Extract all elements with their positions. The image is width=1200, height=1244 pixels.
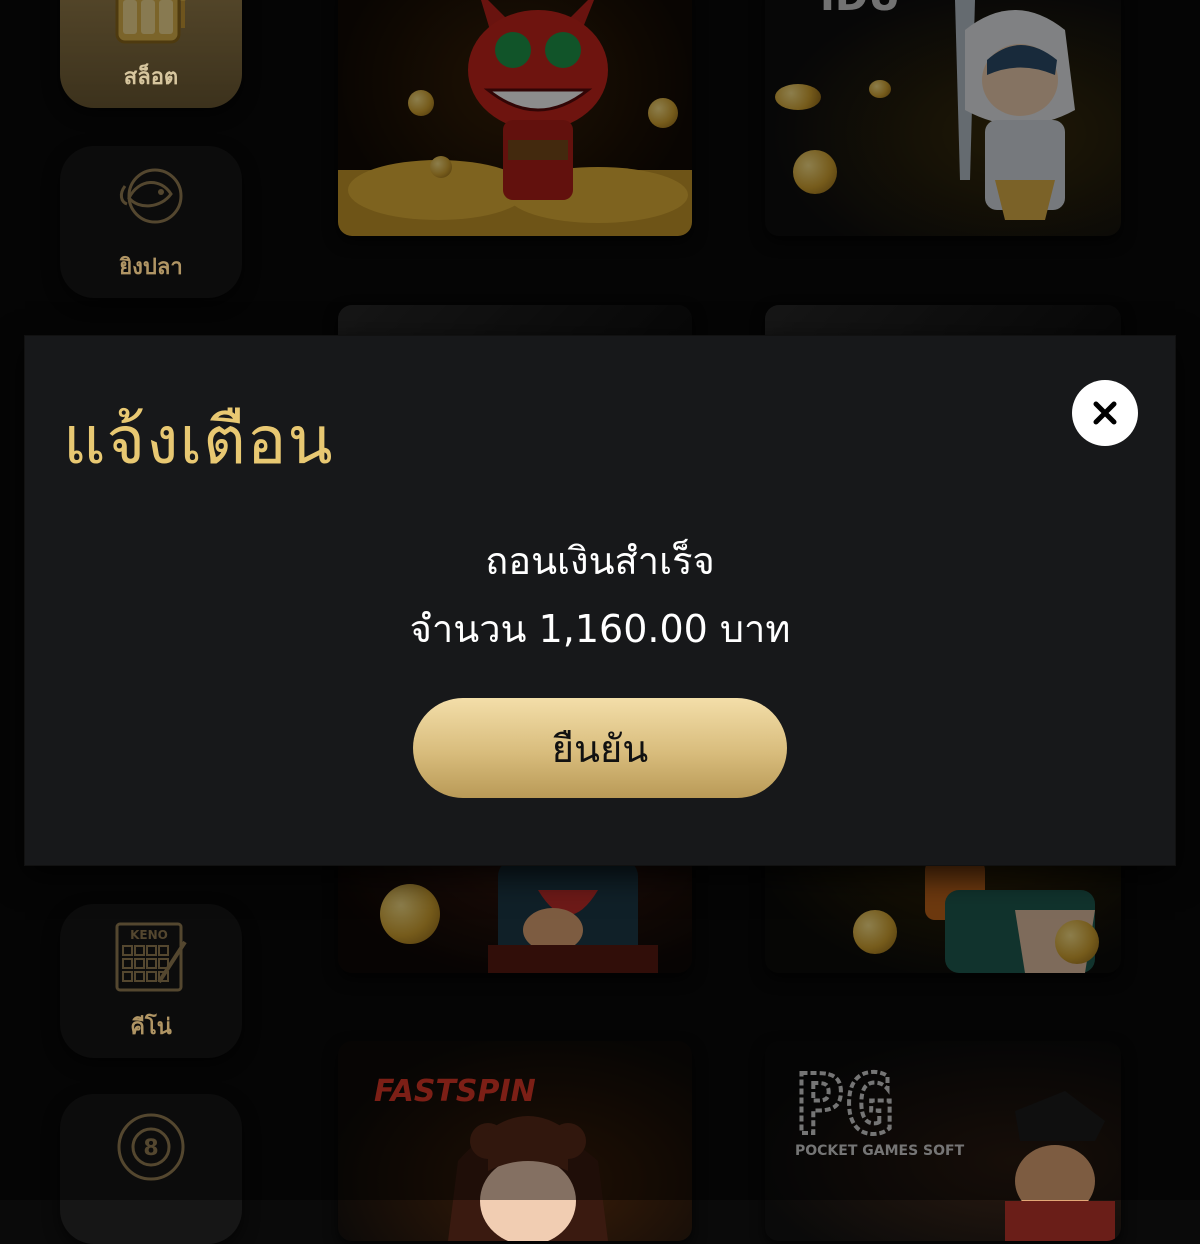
dialog-message-amount: จำนวน 1,160.00 บาท: [409, 607, 791, 651]
alert-dialog: แจ้งเตือน ถอนเงินสำเร็จ จำนวน 1,160.00 บ…: [25, 336, 1175, 865]
sidebar-item-label: สล็อต: [123, 65, 179, 90]
sidebar-item-label: คีโน่: [130, 1015, 172, 1040]
confirm-button[interactable]: ยืนยัน: [413, 698, 787, 798]
dialog-message-status: ถอนเงินสำเร็จ: [485, 539, 715, 583]
dialog-title: แจ้งเตือน: [63, 402, 334, 479]
close-button[interactable]: [1072, 380, 1138, 446]
sidebar-item-label: ยิงปลา: [119, 255, 183, 280]
close-icon: [1093, 401, 1117, 425]
